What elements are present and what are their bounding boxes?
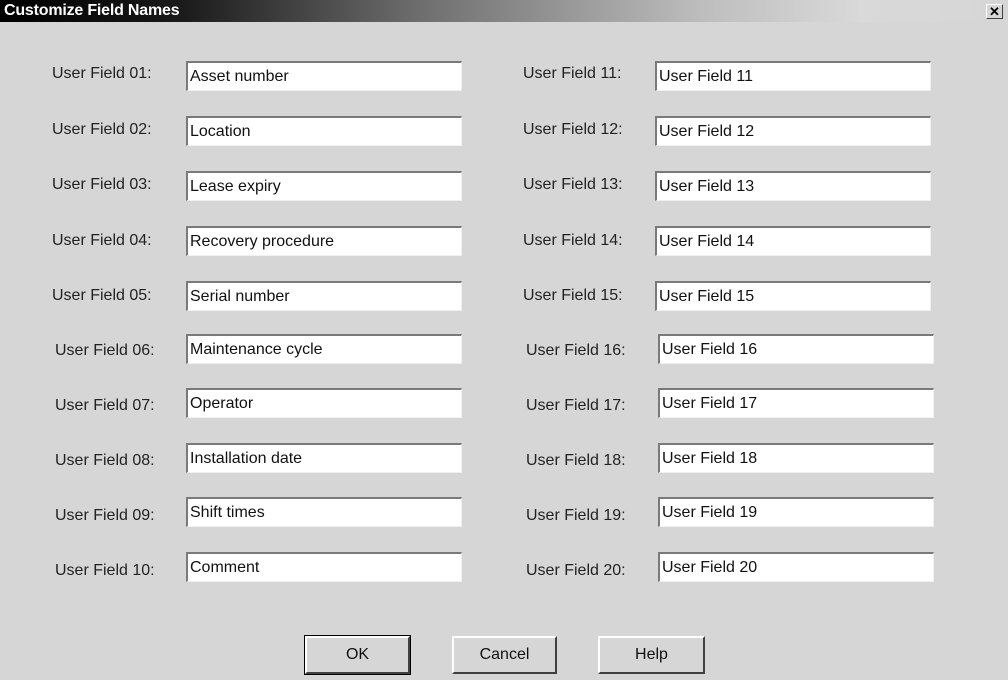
cancel-button[interactable]: Cancel — [452, 636, 557, 674]
field-label-16: User Field 16: — [526, 342, 626, 359]
field-label-12: User Field 12: — [523, 121, 623, 138]
field-input-13[interactable] — [655, 171, 931, 201]
close-icon[interactable]: ✕ — [986, 4, 1003, 19]
field-label-05: User Field 05: — [52, 287, 152, 304]
field-input-10[interactable] — [186, 552, 462, 582]
field-label-13: User Field 13: — [523, 176, 623, 193]
field-label-11: User Field 11: — [523, 65, 622, 82]
field-label-20: User Field 20: — [526, 562, 626, 579]
field-input-08[interactable] — [186, 443, 462, 473]
field-input-18[interactable] — [658, 443, 934, 473]
title-bar: Customize Field Names ✕ — [0, 0, 1008, 22]
field-input-19[interactable] — [658, 497, 934, 527]
field-input-15[interactable] — [655, 281, 931, 311]
field-input-04[interactable] — [186, 226, 462, 256]
help-button[interactable]: Help — [598, 636, 705, 674]
field-input-05[interactable] — [186, 281, 462, 311]
field-label-07: User Field 07: — [55, 397, 155, 414]
field-label-18: User Field 18: — [526, 452, 626, 469]
field-label-04: User Field 04: — [52, 232, 152, 249]
field-label-08: User Field 08: — [55, 452, 155, 469]
field-label-01: User Field 01: — [52, 65, 152, 82]
field-input-03[interactable] — [186, 171, 462, 201]
field-label-17: User Field 17: — [526, 397, 626, 414]
field-input-16[interactable] — [658, 334, 934, 364]
window-title: Customize Field Names — [4, 2, 180, 19]
field-input-09[interactable] — [186, 497, 462, 527]
field-label-14: User Field 14: — [523, 232, 623, 249]
field-input-06[interactable] — [186, 334, 462, 364]
field-input-02[interactable] — [186, 116, 462, 146]
field-input-20[interactable] — [658, 552, 934, 582]
field-input-12[interactable] — [655, 116, 931, 146]
field-input-07[interactable] — [186, 388, 462, 418]
field-label-09: User Field 09: — [55, 507, 155, 524]
field-label-19: User Field 19: — [526, 507, 626, 524]
field-label-02: User Field 02: — [52, 121, 152, 138]
field-input-14[interactable] — [655, 226, 931, 256]
ok-button[interactable]: OK — [304, 635, 411, 675]
field-input-17[interactable] — [658, 388, 934, 418]
field-label-10: User Field 10: — [55, 562, 155, 579]
field-label-06: User Field 06: — [55, 342, 155, 359]
field-input-01[interactable] — [186, 61, 462, 91]
field-label-15: User Field 15: — [523, 287, 623, 304]
field-label-03: User Field 03: — [52, 176, 152, 193]
field-input-11[interactable] — [655, 61, 931, 91]
